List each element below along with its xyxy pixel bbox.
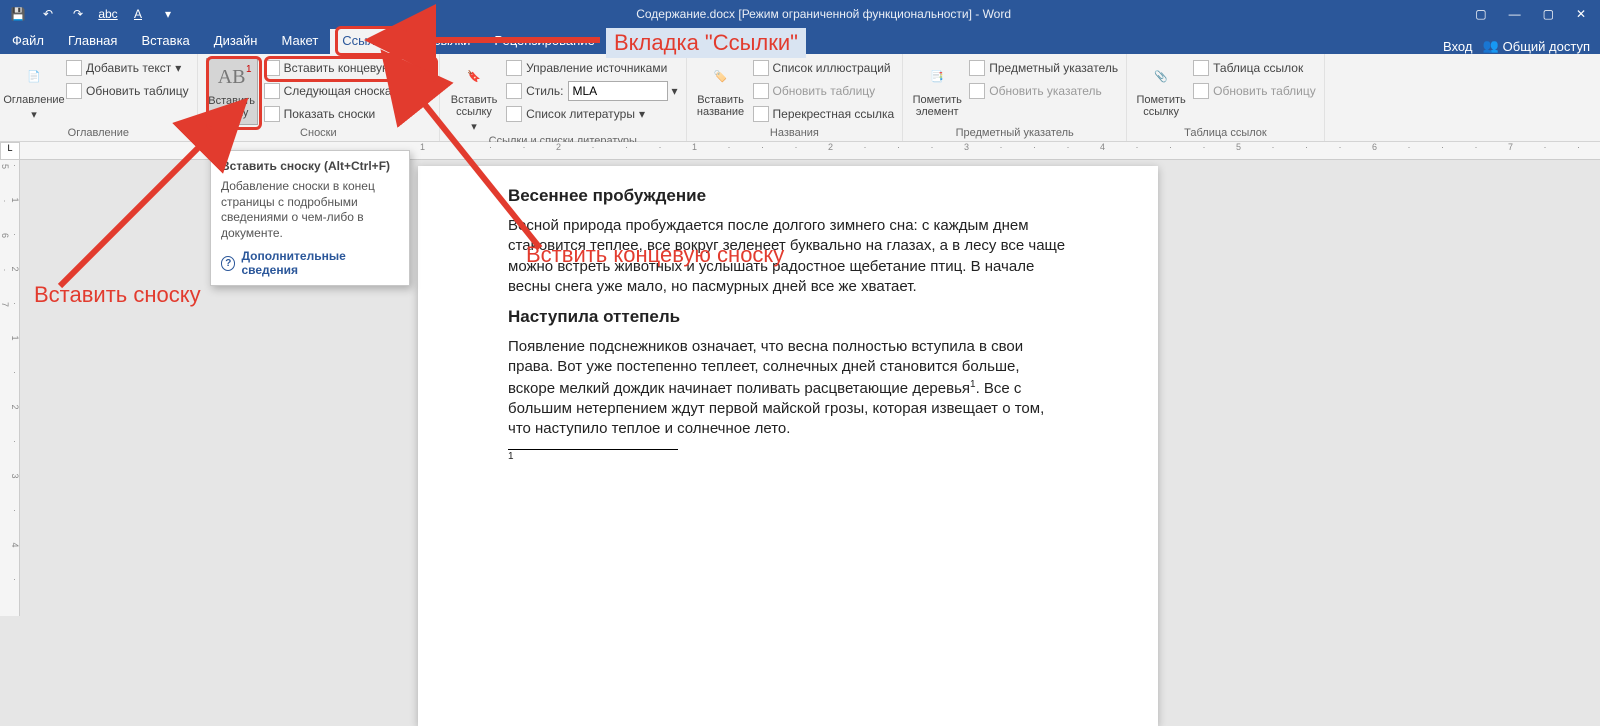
update-captions-button[interactable]: Обновить таблицу [753,81,895,101]
signin-link[interactable]: Вход [1443,39,1472,54]
insert-index-button[interactable]: Предметный указатель [969,58,1118,78]
insert-caption-button[interactable]: 🏷️ Вставить название [695,58,747,125]
ribbon-options-icon[interactable]: ▢ [1475,7,1486,21]
group-index: 📑 Пометить элемент Предметный указатель … [903,54,1127,141]
crossref-icon [753,106,769,122]
ribbon: 📄 Оглавление▾ Добавить текст ▾ Обновить … [0,54,1600,142]
tab-references[interactable]: Ссылки [330,29,400,54]
style-input[interactable] [568,81,668,101]
window-buttons: ▢ — ▢ ✕ [1461,7,1600,21]
qat-more-icon[interactable]: ▾ [160,6,176,22]
update-icon [969,83,985,99]
insert-citation-button[interactable]: 🔖 Вставить ссылку▾ [448,58,500,133]
heading-1[interactable]: Весеннее пробуждение [508,186,1068,206]
figures-icon [753,60,769,76]
next-footnote-icon [264,83,280,99]
mark-entry-button[interactable]: 📑 Пометить элемент [911,58,963,125]
update-toc-button[interactable]: Обновить таблицу [66,81,189,101]
bibliography-button[interactable]: Список литературы ▾ [506,104,677,124]
group-label: Предметный указатель [911,125,1118,139]
quick-access-toolbar: 💾 ↶ ↷ abc A ▾ [0,6,186,22]
mark-citation-icon: 📎 [1145,60,1177,92]
mark-citation-button[interactable]: 📎 Пометить ссылку [1135,58,1187,125]
manage-sources-button[interactable]: Управление источниками [506,58,677,78]
group-footnotes: AB1 Вставить сноску Вставить концевую сн… [198,54,440,141]
group-toc: 📄 Оглавление▾ Добавить текст ▾ Обновить … [0,54,198,141]
mark-entry-icon: 📑 [921,60,953,92]
tab-mailings[interactable]: Рассылки [400,29,482,54]
add-text-button[interactable]: Добавить текст ▾ [66,58,189,78]
group-label: Таблица ссылок [1135,125,1316,139]
ruler-corner[interactable]: L [0,142,20,160]
ribbon-tabs: Файл Главная Вставка Дизайн Макет Ссылки… [0,28,1600,54]
group-captions: 🏷️ Вставить название Список иллюстраций … [687,54,904,141]
toc-icon: 📄 [18,60,50,92]
toa-icon [1193,60,1209,76]
insert-toa-button[interactable]: Таблица ссылок [1193,58,1316,78]
update-icon [1193,83,1209,99]
figures-list-button[interactable]: Список иллюстраций [753,58,895,78]
ruler-vertical[interactable]: · 1 · 2 · 1 · 2 · 3 · 4 · 5 · 6 · 7 [0,160,20,616]
document-title: Содержание.docx [Режим ограниченной функ… [186,7,1461,21]
heading-2[interactable]: Наступила оттепель [508,307,1068,327]
style-selector[interactable]: Стиль: ▾ [506,81,677,101]
biblio-icon [506,106,522,122]
redo-icon[interactable]: ↷ [70,6,86,22]
tooltip: Вставить сноску (Alt+Ctrl+F) Добавление … [210,150,410,286]
paragraph-2[interactable]: Появление подснежников означает, что вес… [508,337,1068,439]
maximize-icon[interactable]: ▢ [1543,7,1554,21]
caption-icon: 🏷️ [705,60,737,92]
insert-footnote-button[interactable]: AB1 Вставить сноску [206,58,258,125]
tooltip-title: Вставить сноску (Alt+Ctrl+F) [221,159,399,173]
update-index-button[interactable]: Обновить указатель [969,81,1118,101]
sources-icon [506,60,522,76]
insert-endnote-button[interactable]: Вставить концевую сноску [264,58,431,78]
tab-insert[interactable]: Вставка [129,29,201,54]
tab-file[interactable]: Файл [0,29,56,54]
tooltip-link[interactable]: Дополнительные сведения [221,249,399,277]
group-label: Оглавление [8,125,189,139]
footnote-text[interactable]: 1 [508,450,1068,464]
tell-me[interactable]: 💡 Что вы хотите сделать? [607,38,1443,54]
style-icon [506,83,522,99]
paragraph-1[interactable]: Весной природа пробуждается после долгог… [508,216,1068,297]
update-icon [753,83,769,99]
update-icon [66,83,82,99]
footnote-icon: AB1 [216,61,248,93]
group-label: Сноски [206,125,431,139]
citation-icon: 🔖 [458,60,490,92]
group-toa: 📎 Пометить ссылку Таблица ссылок Обновит… [1127,54,1325,141]
tooltip-body: Добавление сноски в конец страницы с под… [221,179,399,241]
share-button[interactable]: 👥 Общий доступ [1482,38,1590,54]
toc-button[interactable]: 📄 Оглавление▾ [8,58,60,125]
endnote-icon [264,60,280,76]
title-bar: 💾 ↶ ↷ abc A ▾ Содержание.docx [Режим огр… [0,0,1600,28]
tab-design[interactable]: Дизайн [202,29,270,54]
tab-review[interactable]: Рецензирование [482,29,606,54]
document-page[interactable]: Весеннее пробуждение Весной природа проб… [418,166,1158,726]
spellcheck-icon[interactable]: abc [100,6,116,22]
show-notes-icon [264,106,280,122]
group-label: Названия [695,125,895,139]
index-icon [969,60,985,76]
close-icon[interactable]: ✕ [1576,7,1586,21]
group-citations: 🔖 Вставить ссылку▾ Управление источникам… [440,54,686,141]
undo-icon[interactable]: ↶ [40,6,56,22]
update-toa-button[interactable]: Обновить таблицу [1193,81,1316,101]
minimize-icon[interactable]: — [1509,7,1521,21]
font-color-icon[interactable]: A [130,6,146,22]
save-icon[interactable]: 💾 [10,6,26,22]
tab-layout[interactable]: Макет [269,29,330,54]
add-text-icon [66,60,82,76]
show-notes-button[interactable]: Показать сноски [264,104,431,124]
cross-ref-button[interactable]: Перекрестная ссылка [753,104,895,124]
next-footnote-button[interactable]: Следующая сноска ▾ [264,81,431,101]
tab-home[interactable]: Главная [56,29,129,54]
